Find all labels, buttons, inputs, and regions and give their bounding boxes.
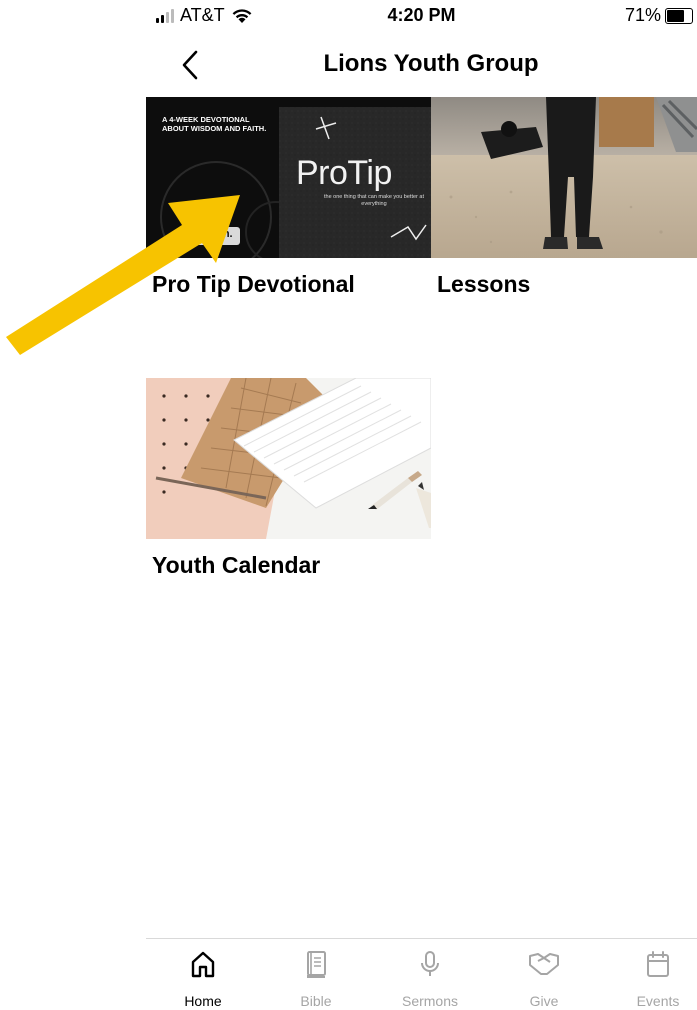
- tile-lessons[interactable]: Lessons: [431, 97, 697, 297]
- home-icon: [191, 951, 215, 978]
- tile-label: Lessons: [437, 271, 531, 297]
- tab-give[interactable]: Give: [499, 939, 589, 1010]
- tab-label: Sermons: [401, 993, 459, 1009]
- tab-sermons[interactable]: Sermons: [385, 939, 475, 1010]
- annotation-arrow: [6, 195, 240, 355]
- battery-icon: [665, 7, 693, 24]
- tab-bar: Home Bible Sermons Give Events: [146, 938, 697, 1010]
- handshake-icon: [529, 953, 559, 975]
- tile-label: Youth Calendar: [152, 552, 321, 578]
- youth-calendar-thumbnail: [146, 378, 431, 539]
- tile-youth-calendar[interactable]: Youth Calendar: [146, 378, 431, 578]
- tab-label: Give: [529, 993, 559, 1009]
- tab-events[interactable]: Events: [613, 939, 697, 1010]
- tab-label: Bible: [300, 993, 332, 1009]
- devotional-subline: the one thing that can make you better a…: [324, 194, 424, 207]
- calendar-icon: [647, 951, 669, 977]
- devotional-headline: ProTip: [296, 154, 392, 192]
- tab-bible[interactable]: Bible: [271, 939, 361, 1010]
- tab-label: Home: [184, 993, 222, 1009]
- status-bar: AT&T 4:20 PM 71%: [146, 0, 697, 32]
- status-time: 4:20 PM: [387, 5, 456, 25]
- lessons-thumbnail: [431, 97, 697, 258]
- devotional-tagline: A 4-WEEK DEVOTIONAL ABOUT WISDOM AND FAI…: [162, 115, 267, 133]
- tab-label: Events: [636, 993, 680, 1009]
- microphone-icon: [421, 951, 439, 976]
- tab-home[interactable]: Home: [158, 939, 248, 1010]
- battery-percent: 71%: [624, 5, 661, 25]
- navigation-bar: Lions Youth Group: [146, 40, 697, 90]
- page-title: Lions Youth Group: [323, 50, 539, 77]
- status-right: 71%: [625, 5, 693, 26]
- bible-icon: [307, 951, 326, 978]
